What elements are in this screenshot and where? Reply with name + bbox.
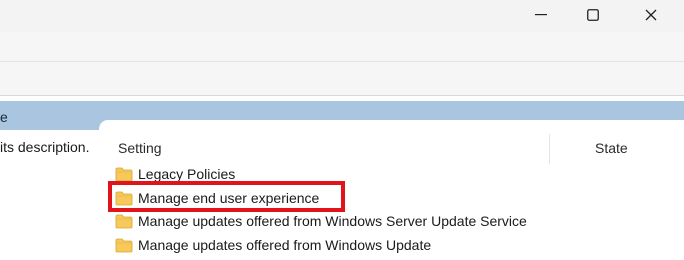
minimize-icon <box>535 14 547 16</box>
close-button[interactable] <box>628 0 674 30</box>
item-description: its description. <box>0 139 90 155</box>
toolbar <box>0 62 684 96</box>
list-item-label: Legacy Policies <box>138 166 236 182</box>
pane-header-title: e <box>0 109 8 125</box>
column-divider[interactable] <box>549 134 550 164</box>
column-header-row: Setting State <box>99 120 684 164</box>
minimize-button[interactable] <box>518 0 564 30</box>
column-header-state[interactable]: State <box>595 140 628 156</box>
list-item-label: Manage updates offered from Windows Serv… <box>138 213 527 229</box>
folder-icon <box>115 238 133 252</box>
list-item[interactable]: Manage updates offered from Windows Serv… <box>115 210 527 232</box>
list-item-label: Manage updates offered from Windows Upda… <box>138 237 432 253</box>
maximize-icon <box>587 9 599 21</box>
list-item[interactable]: Manage updates offered from Windows Upda… <box>115 234 431 256</box>
title-bar <box>0 0 684 32</box>
folder-icon <box>115 167 133 181</box>
highlight-box <box>108 181 345 212</box>
folder-icon <box>115 214 133 228</box>
maximize-button[interactable] <box>570 0 616 30</box>
column-header-setting[interactable]: Setting <box>118 140 162 156</box>
close-icon <box>645 9 657 21</box>
menu-bar <box>0 32 684 62</box>
